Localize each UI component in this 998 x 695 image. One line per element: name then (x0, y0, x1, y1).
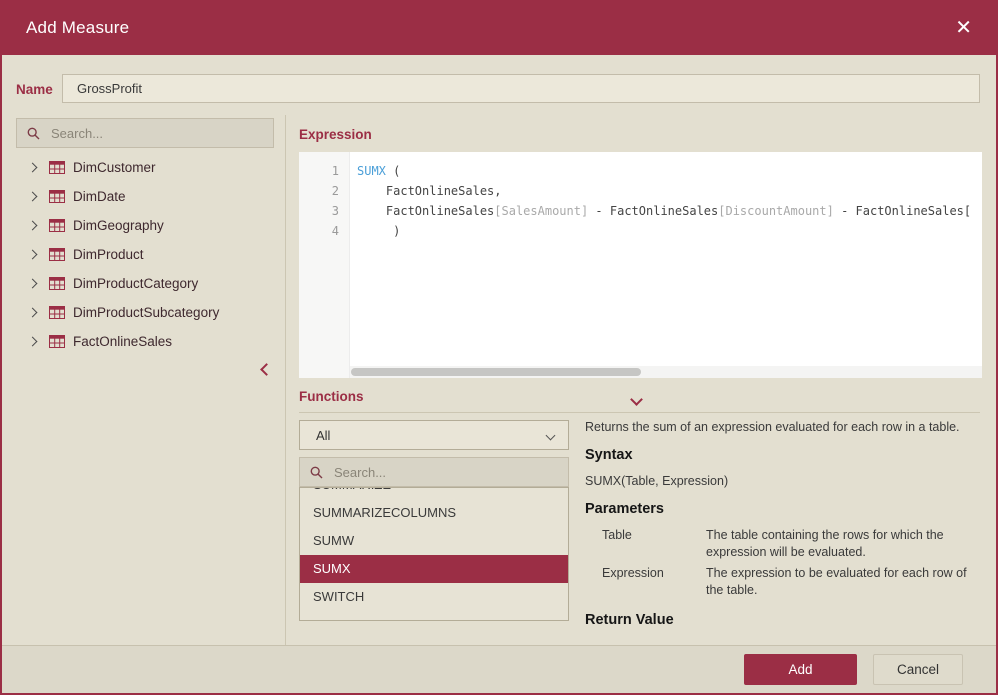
table-name: DimProductCategory (73, 276, 198, 291)
parameter-description: The expression to be evaluated for each … (706, 565, 984, 599)
function-syntax: SUMX(Table, Expression) (585, 474, 983, 488)
chevron-right-icon[interactable] (28, 279, 38, 289)
chevron-right-icon[interactable] (28, 250, 38, 260)
function-description: Returns the sum of an expression evaluat… (585, 420, 983, 434)
add-button[interactable]: Add (744, 654, 857, 685)
parameter-name: Expression (602, 565, 706, 599)
parameters-heading: Parameters (585, 501, 983, 517)
code-line: 3 FactOnlineSales[SalesAmount] - FactOnl… (299, 201, 982, 221)
table-icon (49, 248, 65, 261)
code-lines: 1SUMX (2 FactOnlineSales,3 FactOnlineSal… (299, 152, 982, 241)
tree-item-table[interactable]: DimCustomer (16, 153, 274, 182)
functions-search-input[interactable] (332, 464, 558, 481)
vertical-divider (285, 115, 286, 645)
chevron-right-icon[interactable] (28, 163, 38, 173)
functions-collapse-button[interactable] (632, 391, 641, 409)
tables-search-box[interactable] (16, 118, 274, 148)
add-measure-dialog: Add Measure ✕ Name DimCustomer (0, 0, 998, 695)
function-list-item[interactable]: SUMW (300, 527, 568, 555)
table-icon (49, 161, 65, 174)
table-icon (49, 219, 65, 232)
expression-editor[interactable]: 1SUMX (2 FactOnlineSales,3 FactOnlineSal… (299, 152, 982, 378)
chevron-down-icon (630, 393, 643, 406)
function-name: SUMX (313, 561, 351, 576)
table-name: DimGeography (73, 218, 164, 233)
parameter-description: The table containing the rows for which … (706, 527, 984, 561)
tree-item-table[interactable]: FactOnlineSales (16, 327, 274, 356)
function-name: SUMMARIZECOLUMNS (313, 505, 456, 520)
chevron-right-icon[interactable] (28, 221, 38, 231)
chevron-right-icon[interactable] (28, 337, 38, 347)
tree-item-table[interactable]: DimProduct (16, 240, 274, 269)
table-icon (49, 190, 65, 203)
table-icon (49, 306, 65, 319)
tables-tree: DimCustomer DimDate (16, 153, 274, 356)
table-icon (49, 335, 65, 348)
functions-search-box[interactable] (299, 457, 569, 487)
chevron-down-icon (546, 430, 556, 440)
table-name: DimProduct (73, 247, 144, 262)
tables-search-input[interactable] (49, 125, 263, 142)
chevron-left-icon (260, 363, 273, 376)
function-list-item[interactable]: SWITCH (300, 583, 568, 611)
chevron-right-icon[interactable] (28, 308, 38, 318)
chevron-right-icon[interactable] (28, 192, 38, 202)
tree-item-table[interactable]: DimProductSubcategory (16, 298, 274, 327)
function-list-item[interactable]: SUMMARIZE (300, 487, 568, 499)
tree-item-table[interactable]: DimProductCategory (16, 269, 274, 298)
horizontal-divider (299, 412, 980, 413)
name-label: Name (16, 82, 53, 97)
table-name: FactOnlineSales (73, 334, 172, 349)
editor-hscrollbar-thumb[interactable] (351, 368, 641, 376)
function-category-dropdown[interactable]: All (299, 420, 569, 450)
measure-name-input[interactable] (62, 74, 980, 103)
function-list-item[interactable]: SUMX (300, 555, 568, 583)
parameters-table: Table The table containing the rows for … (602, 527, 983, 599)
dialog-titlebar: Add Measure ✕ (2, 0, 996, 55)
code-line: 4 ) (299, 221, 982, 241)
function-name: SUMW (313, 533, 354, 548)
code-line: 2 FactOnlineSales, (299, 181, 982, 201)
tree-item-table[interactable]: DimDate (16, 182, 274, 211)
expression-label: Expression (299, 127, 372, 142)
close-icon[interactable]: ✕ (951, 14, 976, 42)
tree-item-table[interactable]: DimGeography (16, 211, 274, 240)
function-name: SWITCH (313, 589, 364, 604)
dialog-title: Add Measure (26, 18, 129, 38)
table-name: DimDate (73, 189, 126, 204)
table-name: DimCustomer (73, 160, 156, 175)
search-icon (27, 127, 40, 140)
syntax-heading: Syntax (585, 447, 983, 463)
function-category-value: All (316, 428, 330, 443)
function-list-item[interactable]: SUMMARIZECOLUMNS (300, 499, 568, 527)
functions-list: SUMMARIZE SUMMARIZECOLUMNS SUMW SUMX SWI… (299, 487, 569, 621)
function-name: SUMMARIZE (313, 487, 391, 492)
function-details-pane: Returns the sum of an expression evaluat… (585, 420, 983, 628)
table-name: DimProductSubcategory (73, 305, 219, 320)
search-icon (310, 466, 323, 479)
table-icon (49, 277, 65, 290)
cancel-button[interactable]: Cancel (873, 654, 963, 685)
functions-section-label: Functions (299, 389, 364, 404)
panel-collapse-button[interactable] (262, 361, 271, 379)
return-value-heading: Return Value (585, 612, 983, 628)
dialog-footer: Add Cancel (2, 645, 996, 693)
parameter-name: Table (602, 527, 706, 561)
code-line: 1SUMX ( (299, 161, 982, 181)
